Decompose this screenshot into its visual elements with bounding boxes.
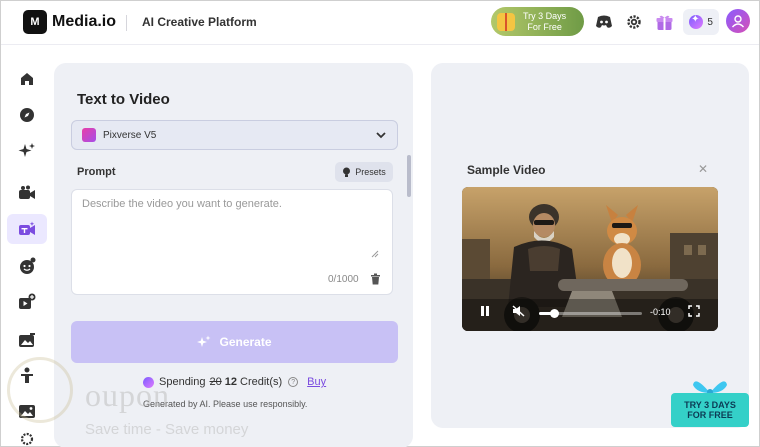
promo-corner-line-1: TRY 3 DAYS (684, 400, 736, 410)
sidebar-item-explore[interactable] (7, 100, 47, 130)
prompt-placeholder: Describe the video you want to generate. (82, 198, 282, 210)
free-trial-corner-button[interactable]: TRY 3 DAYS FOR FREE (671, 393, 749, 427)
gift-box-icon (497, 12, 515, 31)
trash-icon[interactable] (370, 273, 381, 285)
credits-unit: Credit(s) (240, 376, 283, 388)
sidebar-item-face[interactable] (7, 251, 47, 281)
gift-bow-icon (693, 381, 727, 395)
logo[interactable]: M (23, 10, 47, 34)
logo-text: M (30, 16, 40, 28)
person-icon (21, 367, 33, 383)
credit-icon (689, 14, 704, 29)
credits-badge[interactable]: 5 (683, 9, 719, 35)
model-selected-value: Pixverse V5 (103, 129, 157, 141)
video-frame-image (462, 187, 718, 331)
pause-icon[interactable] (480, 305, 490, 317)
divider (126, 15, 127, 31)
sample-video-player[interactable]: -0:10 (462, 187, 718, 331)
sidebar-item-more[interactable] (7, 428, 47, 447)
brand-name[interactable]: Media.io (52, 13, 116, 31)
gift-icon[interactable] (653, 11, 675, 33)
character-counter: 0/1000 (328, 274, 359, 285)
generate-button[interactable]: Generate (71, 321, 398, 363)
spending-label: Spending (159, 376, 206, 388)
platform-title: AI Creative Platform (142, 15, 257, 29)
settings-icon (20, 432, 34, 446)
image-icon (19, 405, 35, 418)
promo-line-1: Try 3 Days (523, 10, 567, 21)
video-progress-bar[interactable] (539, 309, 642, 318)
sidebar-item-text-to-video[interactable] (7, 214, 47, 244)
text-to-video-icon (19, 221, 35, 235)
home-icon (21, 73, 33, 85)
image-to-video-icon (19, 185, 35, 199)
gear-icon[interactable] (623, 11, 645, 33)
text-to-video-panel: Text to Video Pixverse V5 Prompt Presets… (54, 63, 413, 447)
help-icon[interactable]: ? (288, 377, 299, 387)
prompt-label: Prompt (77, 166, 116, 178)
promo-line-2: For Free (527, 21, 562, 32)
credit-count: 5 (707, 16, 713, 28)
mute-icon[interactable] (512, 305, 526, 317)
sidebar-item-video-enhance[interactable] (7, 287, 47, 317)
top-bar: M Media.io AI Creative Platform Try 3 Da… (1, 1, 759, 45)
video-time-remaining: -0:10 (650, 307, 671, 317)
avatar[interactable] (726, 9, 750, 33)
sidebar-item-person[interactable] (7, 360, 47, 390)
compass-icon (20, 108, 34, 122)
generate-label: Generate (219, 335, 272, 349)
old-credit-cost: 20 (209, 376, 222, 388)
free-trial-promo-button[interactable]: Try 3 Days For Free (491, 7, 584, 36)
model-dropdown[interactable]: Pixverse V5 (71, 120, 398, 150)
prompt-textarea[interactable]: Describe the video you want to generate.… (71, 189, 393, 295)
close-icon[interactable]: ✕ (698, 162, 708, 176)
credit-icon (143, 376, 154, 388)
sparkle-icon (18, 143, 35, 157)
page-title: Text to Video (77, 91, 170, 108)
panel-scrollbar[interactable] (407, 155, 411, 197)
sidebar-item-image[interactable] (7, 396, 47, 426)
face-icon (20, 257, 36, 274)
video-add-icon (19, 293, 36, 309)
sidebar (1, 46, 51, 447)
presets-button[interactable]: Presets (335, 162, 393, 182)
discord-icon[interactable] (593, 11, 615, 33)
sidebar-item-image-edit[interactable] (7, 325, 47, 355)
presets-label: Presets (355, 167, 386, 177)
spending-info: Spending 20 12 Credit(s) ? Buy (143, 376, 326, 388)
sample-video-title: Sample Video (467, 163, 546, 177)
promo-corner-line-2: FOR FREE (687, 410, 733, 420)
image-edit-icon (19, 333, 35, 347)
sparkle-icon (197, 335, 211, 347)
sidebar-item-home[interactable] (7, 64, 47, 94)
fullscreen-icon[interactable] (688, 305, 700, 317)
model-logo-icon (82, 128, 96, 142)
user-icon (731, 15, 745, 28)
sidebar-item-image-to-video[interactable] (7, 178, 47, 208)
buy-link[interactable]: Buy (307, 376, 326, 388)
lightbulb-icon (343, 167, 351, 177)
chevron-down-icon (376, 132, 386, 139)
resize-handle-icon[interactable] (371, 250, 379, 258)
ai-disclaimer: Generated by AI. Please use responsibly. (143, 399, 308, 409)
sidebar-item-ai-tools[interactable] (7, 136, 47, 166)
new-credit-cost: 12 (224, 376, 237, 388)
